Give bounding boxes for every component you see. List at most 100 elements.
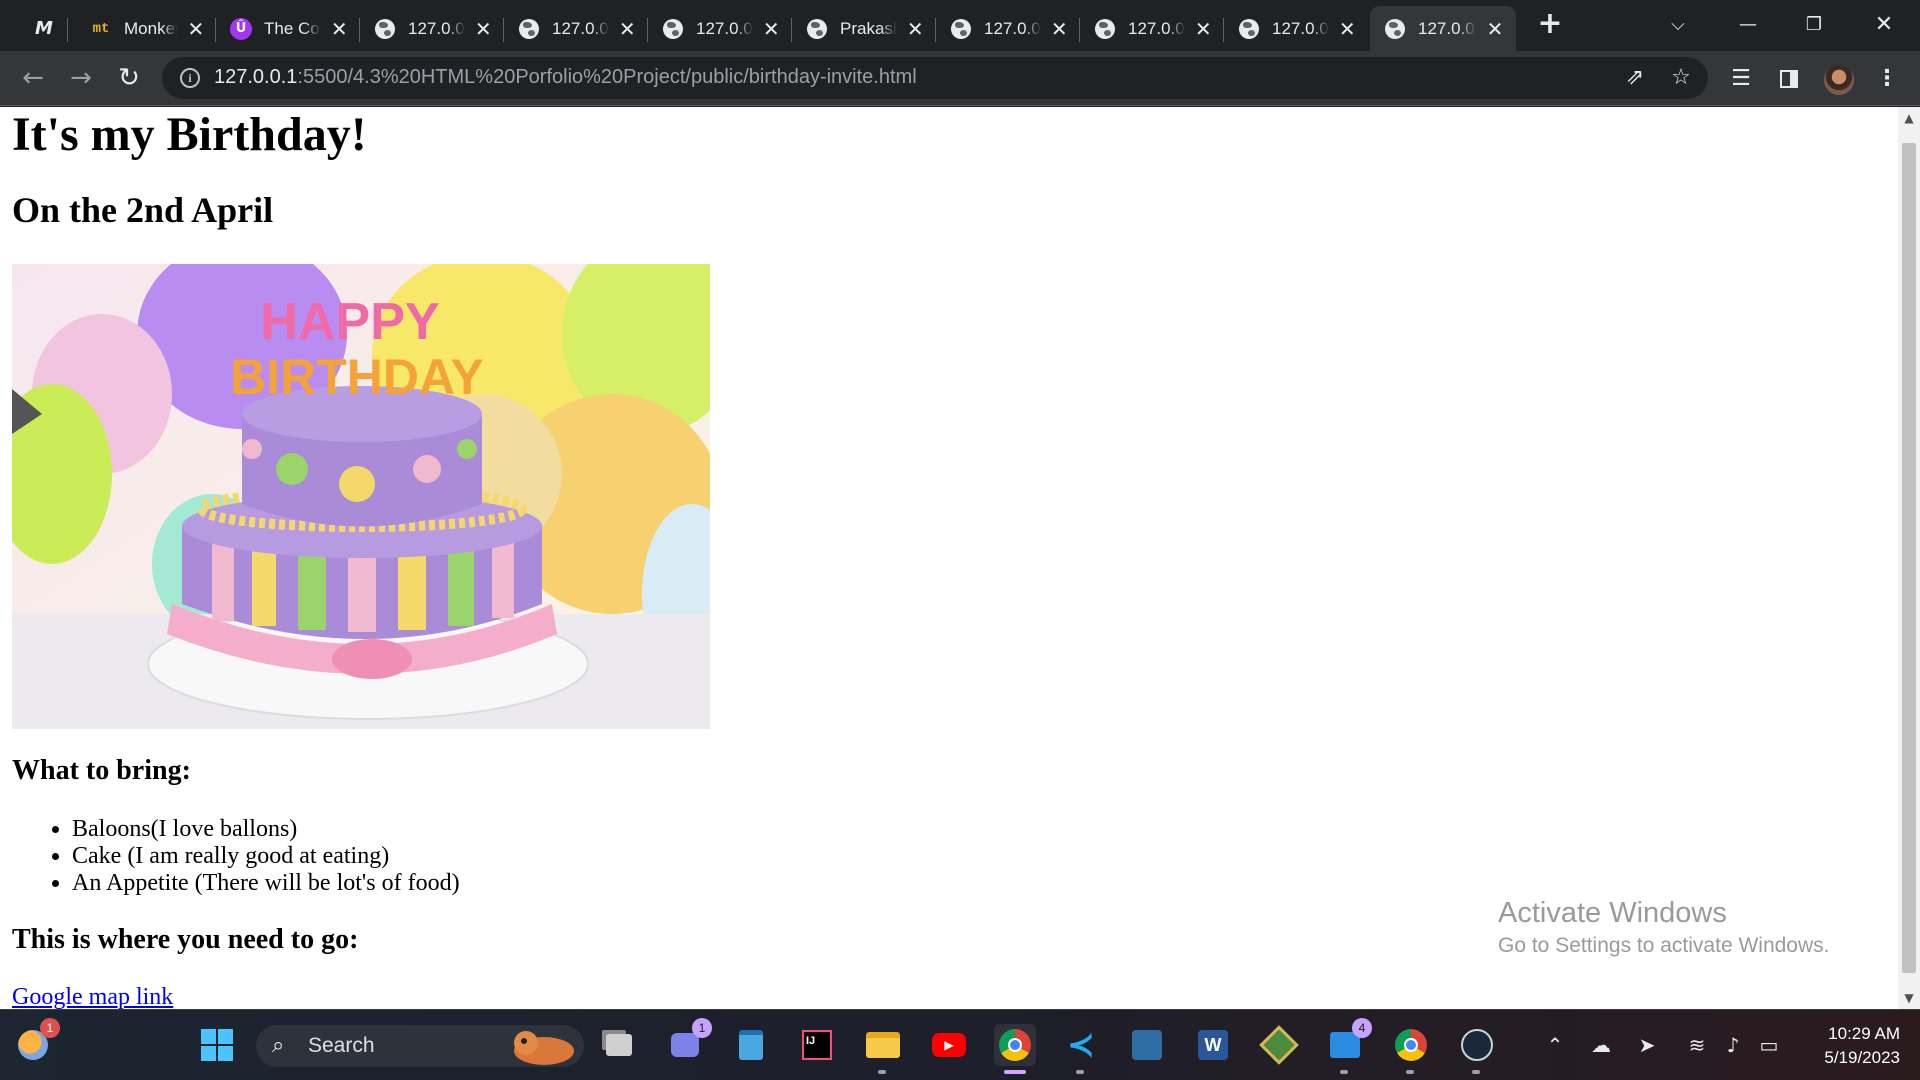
back-arrow-icon[interactable]: ←: [18, 64, 48, 94]
chrome-profile-icon[interactable]: [1390, 1024, 1432, 1074]
task-view-icon[interactable]: [598, 1024, 640, 1066]
teams-badge: 1: [692, 1018, 712, 1038]
tab-title: 127.0.0.1: [408, 18, 465, 38]
close-icon[interactable]: ✕: [905, 18, 926, 40]
bring-heading: What to bring:: [12, 755, 191, 786]
globe-icon: [1384, 18, 1406, 40]
running-indicator: [1340, 1070, 1348, 1074]
new-tab-button[interactable]: +: [1535, 9, 1565, 40]
running-indicator: [1406, 1070, 1414, 1074]
url-text[interactable]: 127.0.0.1:5500/4.3%20HTML%20Porfolio%20P…: [214, 66, 917, 89]
location-arrow-icon[interactable]: ➤: [1632, 1030, 1662, 1060]
tab-localhost[interactable]: 127.0.0.1 ✕: [1080, 6, 1224, 51]
globe-icon: [806, 18, 828, 40]
tab-localhost[interactable]: 127.0.0.1 ✕: [360, 6, 504, 51]
share-icon[interactable]: ⇗: [1622, 66, 1648, 92]
clock-date: 5/19/2023: [1824, 1048, 1900, 1067]
active-indicator: [1004, 1070, 1026, 1074]
running-indicator: [878, 1070, 886, 1074]
list-item: Baloons(I love ballons): [72, 816, 460, 843]
tab-title: 127.0.0.1: [696, 18, 753, 38]
tab-monkeytype-pinned[interactable]: M: [20, 6, 68, 51]
tab-localhost[interactable]: 127.0.0.1 ✕: [936, 6, 1080, 51]
close-icon[interactable]: ✕: [329, 18, 350, 40]
restore-icon[interactable]: ❐: [1796, 8, 1832, 42]
tab-localhost[interactable]: 127.0.0.1 ✕: [648, 6, 792, 51]
volume-icon[interactable]: ♪: [1718, 1030, 1748, 1060]
scrollbar-thumb[interactable]: [1902, 143, 1916, 973]
star-icon[interactable]: ☆: [1668, 66, 1694, 92]
mysql-workbench-icon[interactable]: [1126, 1024, 1168, 1066]
list-item: Cake (I am really good at eating): [72, 843, 460, 870]
tab-the-complete[interactable]: Û The Complete ✕: [216, 6, 360, 51]
profile-avatar[interactable]: [1824, 65, 1854, 95]
tab-title: 127.0.0.1: [1418, 18, 1476, 38]
tab-search-chevron-icon[interactable]: ⌵: [1660, 8, 1696, 42]
wifi-icon[interactable]: ≋: [1682, 1030, 1712, 1060]
globe-icon: [1094, 18, 1116, 40]
tab-localhost[interactable]: 127.0.0.1 ✕: [504, 6, 648, 51]
close-icon[interactable]: ✕: [473, 18, 494, 40]
close-icon[interactable]: ✕: [761, 18, 782, 40]
globe-icon: [1238, 18, 1260, 40]
close-icon[interactable]: ✕: [1193, 18, 1214, 40]
tab-localhost-active[interactable]: 127.0.0.1 ✕: [1370, 6, 1516, 51]
side-panel-icon[interactable]: [1774, 64, 1804, 94]
scroll-up-icon[interactable]: ▲: [1898, 107, 1920, 129]
url-path: :5500/4.3%20HTML%20Porfolio%20Project/pu…: [297, 66, 917, 88]
battery-icon[interactable]: ▭: [1754, 1030, 1784, 1060]
close-window-icon[interactable]: ✕: [1866, 8, 1902, 42]
close-icon[interactable]: ✕: [1484, 18, 1506, 40]
forward-arrow-icon[interactable]: →: [66, 64, 96, 94]
word-icon[interactable]: W: [1192, 1024, 1234, 1066]
scroll-down-icon[interactable]: ▼: [1898, 987, 1920, 1009]
reload-icon[interactable]: ↻: [114, 64, 144, 94]
chrome-icon[interactable]: [994, 1024, 1036, 1074]
address-bar[interactable]: i 127.0.0.1:5500/4.3%20HTML%20Porfolio%2…: [162, 57, 1708, 99]
file-explorer-icon[interactable]: [862, 1024, 904, 1074]
tab-title: 127.0.0.1: [552, 18, 609, 38]
tab-title: 127.0.0.1: [1128, 18, 1185, 38]
close-icon[interactable]: ✕: [186, 18, 206, 40]
search-icon: ⌕: [272, 1033, 285, 1058]
windows-start-icon[interactable]: [196, 1024, 238, 1066]
tray-chevron-up-icon[interactable]: ⌃: [1540, 1030, 1570, 1060]
media-control-icon[interactable]: ☰: [1726, 64, 1756, 94]
notepad-icon[interactable]: [730, 1024, 772, 1066]
google-map-link[interactable]: Google map link: [12, 984, 173, 1009]
tab-prakash[interactable]: Prakash ✕: [792, 6, 936, 51]
watermark-title: Activate Windows: [1498, 897, 1727, 929]
running-indicator: [1472, 1070, 1480, 1074]
weather-widget-icon[interactable]: 1: [12, 1018, 60, 1066]
globe-icon: [662, 18, 684, 40]
tab-title: 127.0.0.1: [984, 18, 1041, 38]
intellij-icon[interactable]: IJ: [796, 1024, 838, 1066]
vscode-icon[interactable]: ≺: [1060, 1024, 1102, 1074]
tab-title: 127.0.0.1: [1272, 18, 1329, 38]
close-icon[interactable]: ✕: [1049, 18, 1070, 40]
minimize-icon[interactable]: —: [1730, 8, 1766, 42]
close-icon[interactable]: ✕: [1337, 18, 1358, 40]
windows-taskbar: 1 ⌕ Search 1 IJ ▶ ≺ W 4 ⌃ ☁ ➤ ≋ ♪ ▭ 10:2…: [0, 1009, 1920, 1080]
monkeytype-m-icon: M: [35, 18, 53, 39]
url-host: 127.0.0.1: [214, 66, 298, 88]
clock-time: 10:29 AM: [1828, 1024, 1900, 1043]
page-date: On the 2nd April: [12, 190, 274, 230]
taskbar-clock[interactable]: 10:29 AM 5/19/2023: [1790, 1022, 1900, 1070]
store-app-icon[interactable]: 4: [1324, 1018, 1372, 1074]
youtube-icon[interactable]: ▶: [928, 1024, 970, 1066]
taskbar-search-box[interactable]: ⌕ Search: [256, 1025, 584, 1067]
tab-title: The Complete: [264, 18, 321, 38]
steam-icon[interactable]: [1456, 1024, 1498, 1074]
close-icon[interactable]: ✕: [617, 18, 638, 40]
globe-icon: [374, 18, 396, 40]
onedrive-cloud-icon[interactable]: ☁: [1586, 1030, 1616, 1060]
app-cube-icon[interactable]: [1258, 1024, 1300, 1066]
page-scrollbar[interactable]: ▲ ▼: [1898, 107, 1920, 1009]
tab-monkeytype[interactable]: mt Monkeytype ✕: [76, 6, 216, 51]
site-info-icon[interactable]: i: [180, 68, 200, 88]
more-menu-icon[interactable]: ⋮: [1872, 64, 1902, 94]
tab-localhost[interactable]: 127.0.0.1 ✕: [1224, 6, 1368, 51]
location-heading: This is where you need to go:: [12, 924, 359, 955]
teams-chat-icon[interactable]: 1: [664, 1018, 712, 1066]
